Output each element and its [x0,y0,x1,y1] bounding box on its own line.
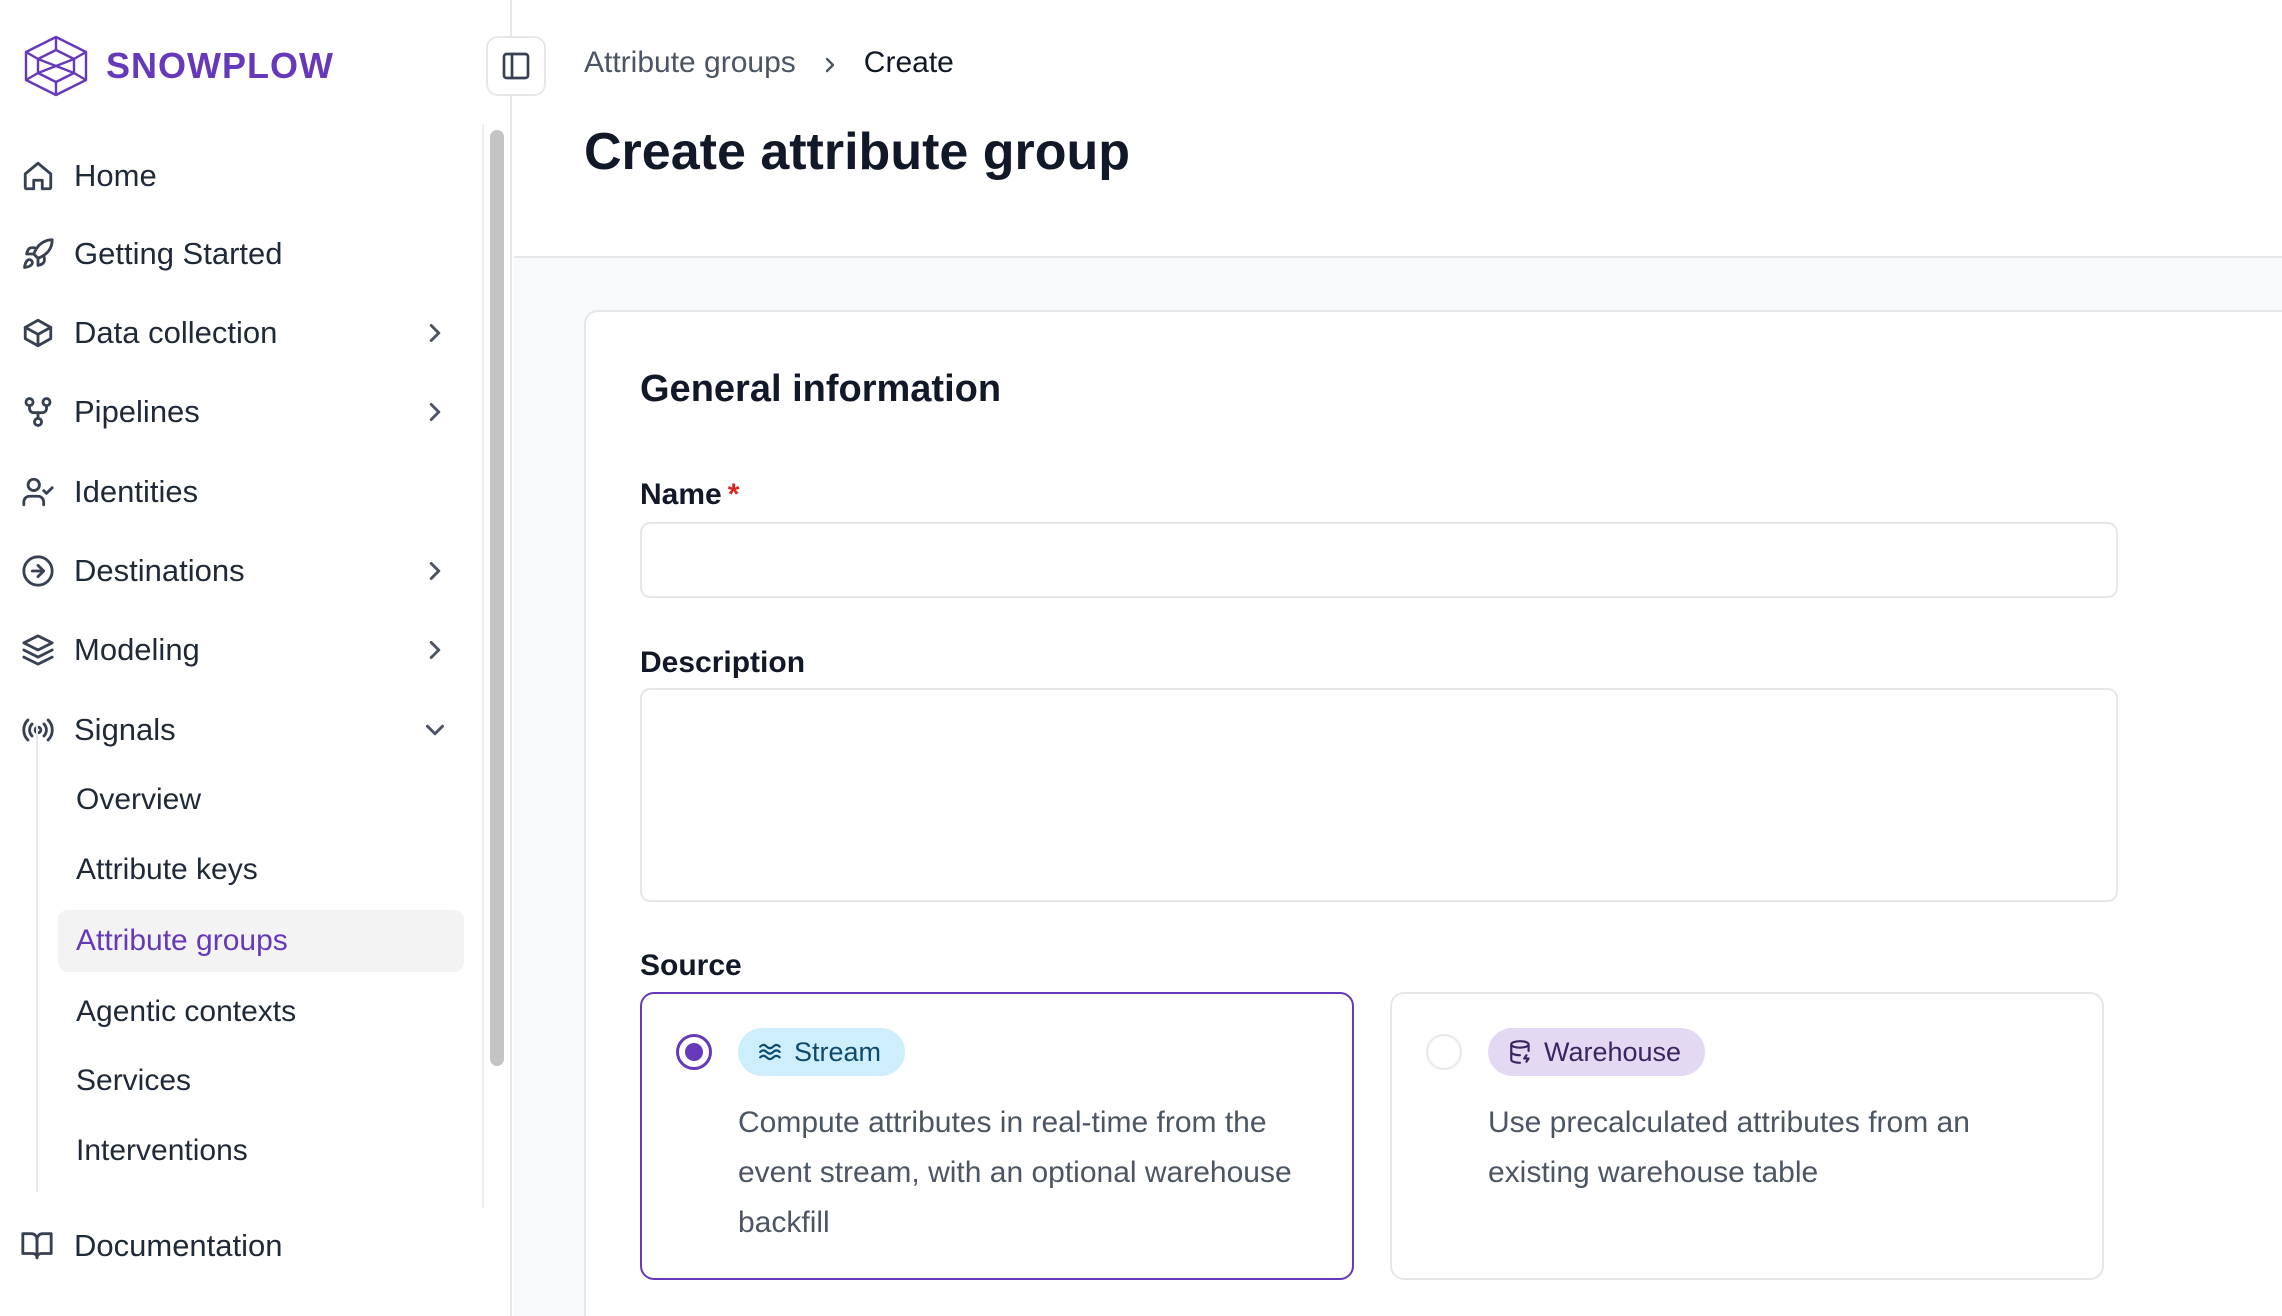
description-label: Description [640,646,806,679]
sidebar-item-signals[interactable]: Signals [20,697,450,763]
breadcrumb-current: Create [863,46,954,79]
book-open-icon [20,1228,56,1264]
sidebar-subitem-services[interactable]: Services [58,1050,464,1112]
page-title: Create attribute group [584,123,1131,181]
name-label-text: Name [640,478,722,511]
chevron-down-icon[interactable] [420,715,450,745]
warehouse-description: Use precalculated attributes from an exi… [1488,1106,1970,1189]
stream-tag: Stream [738,1028,906,1076]
sidebar-scrollbar-track[interactable] [482,124,484,1208]
description-textarea[interactable] [640,688,2118,902]
sidebar-item-label: Destinations [74,553,245,588]
chevron-right-icon[interactable] [420,397,450,427]
source-option-warehouse[interactable]: Warehouse Use precalculated attributes f… [1390,992,2104,1280]
chevron-right-icon [818,51,842,75]
warehouse-radio[interactable] [1426,1034,1462,1070]
sidebar-item-documentation[interactable]: Documentation [20,1228,283,1264]
stream-radio[interactable] [676,1034,712,1070]
layers-icon [20,632,56,668]
sidebar-item-destinations[interactable]: Destinations [20,538,450,604]
sidebar-item-modeling[interactable]: Modeling [20,617,450,683]
database-icon [1510,1040,1530,1064]
required-asterisk: * [727,478,740,511]
toggle-sidebar-button[interactable] [486,36,546,96]
radio-signal-icon [20,712,56,748]
arrow-circle-right-icon [20,553,56,589]
user-check-icon [20,474,56,510]
sidebar-item-label: Signals [74,712,176,747]
sidebar-subitem-agentic-contexts[interactable]: Agentic contexts [58,981,464,1043]
workflow-icon [20,394,56,430]
sidebar-item-label: Documentation [74,1228,283,1263]
home-icon [20,158,56,194]
panel-left-icon [502,52,530,80]
sidebar-item-getting-started[interactable]: Getting Started [20,221,450,287]
stream-description: Compute attributes in real-time from the… [738,1106,1292,1239]
section-title: General information [640,368,1002,410]
sidebar-item-home[interactable]: Home [20,143,450,209]
sidebar-item-label: Modeling [74,632,200,667]
breadcrumb-link-attribute-groups[interactable]: Attribute groups [584,46,796,80]
sidebar-item-label: Getting Started [74,236,283,271]
sidebar-subitem-interventions[interactable]: Interventions [58,1120,464,1182]
sidebar: SNOWPLOW Home Getting Started Data colle… [0,0,512,1316]
chevron-right-icon[interactable] [420,556,450,586]
sidebar-item-label: Pipelines [74,394,200,429]
sidebar-item-identities[interactable]: Identities [20,459,450,525]
box-icon [20,315,56,351]
waves-icon [759,1043,781,1061]
sidebar-item-label: Data collection [74,315,278,350]
sidebar-item-label: Identities [74,474,199,509]
warehouse-tag: Warehouse [1488,1028,1706,1076]
source-option-stream[interactable]: Stream Compute attributes in real-time f… [640,992,1354,1280]
name-label: Name * [640,478,739,512]
source-label: Source [640,949,742,982]
warehouse-tag-label: Warehouse [1544,1036,1682,1067]
sidebar-subitem-attribute-groups[interactable]: Attribute groups [58,910,464,972]
sidebar-item-label: Home [74,158,157,193]
breadcrumb: Attribute groups Create [584,46,954,80]
submenu-guide-line [36,726,38,1192]
sidebar-subitem-overview[interactable]: Overview [58,769,464,831]
sidebar-item-data-collection[interactable]: Data collection [20,300,450,366]
sidebar-item-pipelines[interactable]: Pipelines [20,379,450,445]
sidebar-subitem-attribute-keys[interactable]: Attribute keys [58,839,464,901]
stream-tag-label: Stream [794,1036,882,1067]
snowplow-logo-icon [24,35,88,97]
name-input[interactable] [640,522,2118,598]
chevron-right-icon[interactable] [420,318,450,348]
sidebar-scrollbar-thumb[interactable] [490,130,504,1066]
snowplow-logo[interactable]: SNOWPLOW [20,34,334,98]
chevron-right-icon[interactable] [420,635,450,665]
brand-name: SNOWPLOW [106,45,334,86]
rocket-icon [20,236,56,272]
